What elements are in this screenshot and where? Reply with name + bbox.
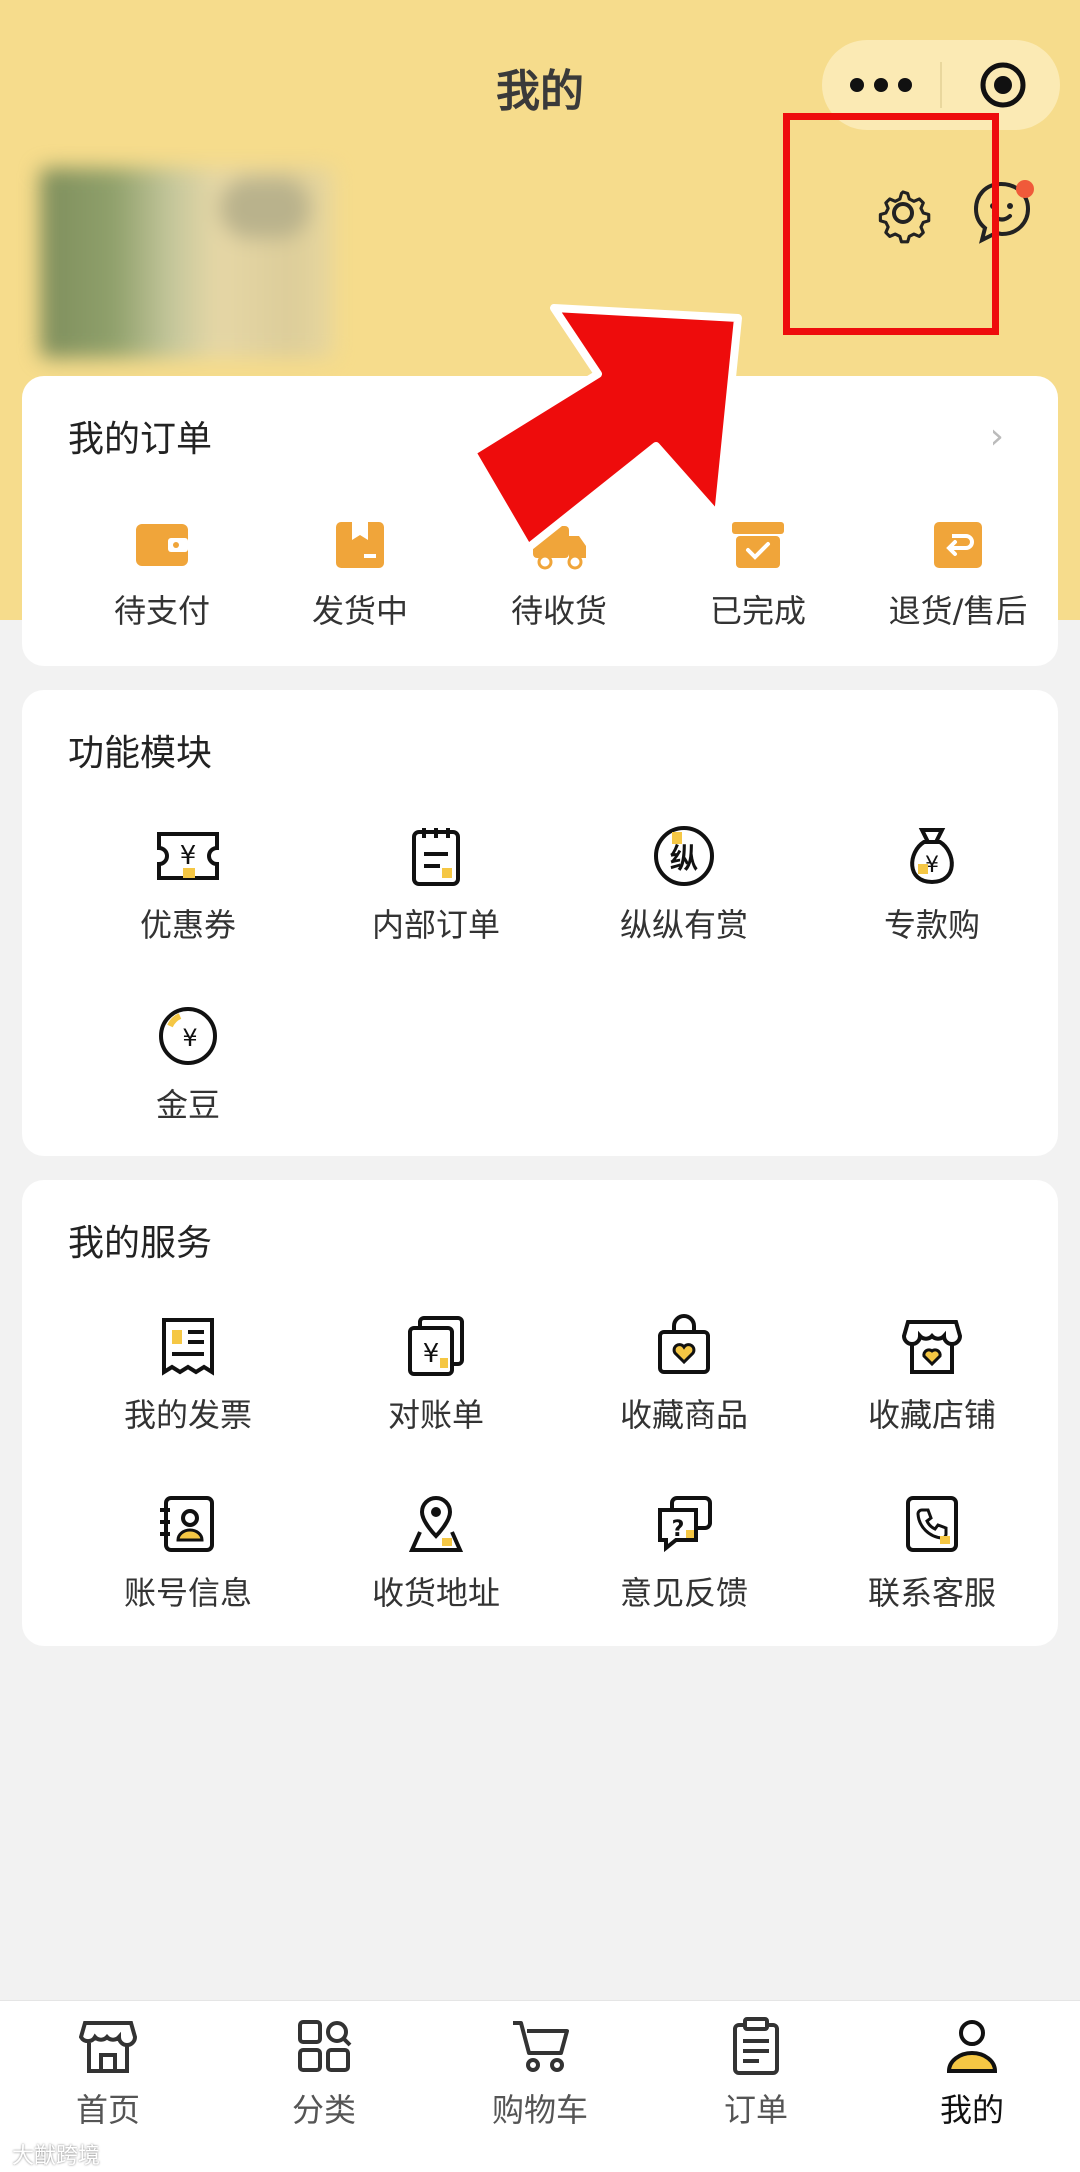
cart-icon: [513, 2021, 569, 2072]
account-info-icon: [160, 1496, 214, 1552]
service-account-info[interactable]: 账号信息: [88, 1492, 288, 1614]
service-address[interactable]: 收货地址: [336, 1492, 536, 1614]
gold-bean-icon: ¥: [159, 1007, 217, 1065]
svg-text:¥: ¥: [423, 1339, 440, 1369]
invoice-icon: [162, 1318, 214, 1376]
favorite-goods-icon: [658, 1314, 710, 1374]
features-title: 功能模块: [68, 733, 213, 774]
close-miniprogram-icon[interactable]: [978, 60, 1028, 110]
feature-zong-reward[interactable]: 纵 纵纵有赏: [584, 824, 784, 946]
order-item-returns[interactable]: 退货/售后: [868, 514, 1048, 632]
feature-internal-order[interactable]: 内部订单: [336, 824, 536, 946]
svg-text:¥: ¥: [182, 1024, 197, 1052]
svg-text:纵: 纵: [670, 842, 698, 875]
feature-coupon[interactable]: ¥ 优惠券: [88, 824, 288, 946]
zong-reward-icon: 纵: [654, 826, 714, 886]
favorite-store-icon: [901, 1320, 963, 1374]
return-box-icon: [934, 522, 982, 568]
service-contact-support[interactable]: 联系客服: [832, 1492, 1032, 1614]
svg-text:?: ?: [672, 1517, 685, 1542]
feature-special-purchase[interactable]: ¥ 专款购: [832, 824, 1032, 946]
feedback-icon: ?: [658, 1496, 712, 1553]
service-statement[interactable]: ¥ 对账单: [336, 1314, 536, 1436]
wallet-icon: [136, 524, 188, 566]
tab-orders[interactable]: 订单: [676, 2017, 836, 2131]
user-profile-blurred[interactable]: [40, 168, 334, 358]
bottom-tab-bar: 首页 分类 购物车 订单 我的: [0, 2000, 1080, 2172]
service-favorite-goods[interactable]: 收藏商品: [584, 1314, 784, 1436]
user-icon: [946, 2020, 998, 2073]
orders-title: 我的订单: [68, 419, 213, 460]
services-card: 我的服务 我的发票 ¥ 对账单 收藏商品 收藏店铺 账号信息 收货地址 ? 意见…: [22, 1180, 1058, 1646]
settings-highlight-box: [783, 113, 999, 335]
watermark-text: 大猷跨境: [12, 2144, 101, 2169]
phone-service-icon: [906, 1496, 958, 1552]
statement-icon: ¥: [408, 1316, 464, 1376]
capsule-divider: [940, 62, 942, 108]
category-icon: [298, 2020, 352, 2072]
services-title: 我的服务: [68, 1223, 213, 1264]
coupon-icon: ¥: [157, 832, 219, 880]
svg-text:¥: ¥: [180, 841, 197, 871]
tab-home[interactable]: 首页: [28, 2017, 188, 2131]
features-card: 功能模块 ¥ 优惠券 内部订单 纵 纵纵有赏 ¥ 专款购 ¥ 金豆: [22, 690, 1058, 1156]
address-pin-icon: [408, 1495, 464, 1552]
order-item-shipping[interactable]: 发货中: [280, 514, 440, 632]
store-icon: [78, 2021, 138, 2073]
clipboard-icon: [733, 2017, 779, 2075]
package-icon: [336, 522, 384, 568]
chevron-right-icon[interactable]: ›: [990, 416, 1004, 457]
tab-mine[interactable]: 我的: [892, 2017, 1052, 2131]
red-pointer-arrow-icon: [468, 304, 742, 550]
order-item-pending-payment[interactable]: 待支付: [82, 514, 242, 632]
service-favorite-store[interactable]: 收藏店铺: [832, 1314, 1032, 1436]
tab-category[interactable]: 分类: [244, 2017, 404, 2131]
money-bag-icon: ¥: [910, 828, 954, 885]
feature-gold-bean[interactable]: ¥ 金豆: [88, 1004, 288, 1126]
service-invoice[interactable]: 我的发票: [88, 1314, 288, 1436]
notepad-icon: [412, 828, 460, 886]
tab-cart[interactable]: 购物车: [460, 2017, 620, 2131]
service-feedback[interactable]: ? 意见反馈: [584, 1492, 784, 1614]
